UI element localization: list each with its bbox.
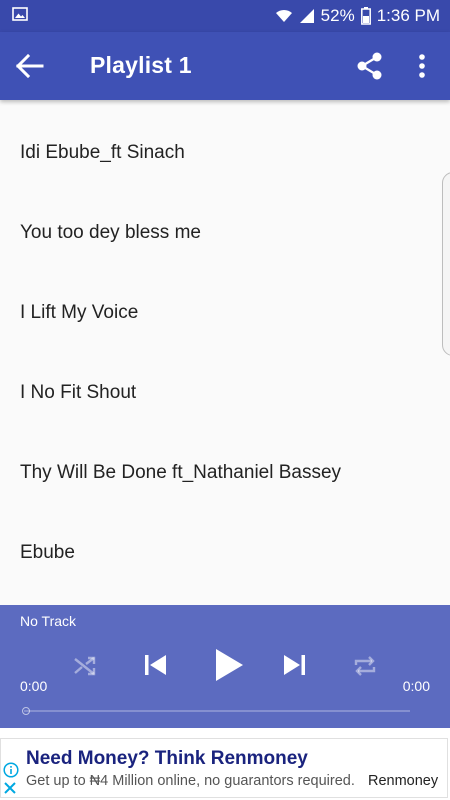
ad-banner[interactable]: Need Money? Think Renmoney Get up to ₦4 … — [0, 728, 450, 800]
seek-thumb[interactable] — [22, 707, 30, 715]
list-item[interactable]: Ebube — [0, 513, 450, 593]
elapsed-time: 0:00 — [20, 678, 48, 694]
close-icon[interactable] — [3, 781, 17, 800]
list-item[interactable]: Thy Will Be Done ft_Nathaniel Bassey — [0, 433, 450, 513]
status-bar: 52% 1:36 PM — [0, 0, 450, 32]
clock: 1:36 PM — [376, 6, 440, 25]
gallery-notification-icon — [12, 6, 28, 26]
repeat-icon[interactable] — [352, 653, 378, 684]
list-item[interactable]: Idi Ebube_ft Sinach — [0, 113, 450, 193]
wifi-icon — [275, 8, 293, 24]
arrow-back-icon[interactable] — [14, 52, 46, 80]
battery-icon — [360, 7, 371, 25]
battery-percent: 52% — [320, 6, 355, 25]
list-item[interactable]: You too dey bless me — [0, 193, 450, 273]
ad-advertiser[interactable]: Renmoney — [368, 773, 438, 789]
info-icon[interactable] — [3, 762, 19, 783]
more-vert-icon[interactable] — [410, 50, 434, 82]
edge-panel-handle[interactable] — [442, 172, 450, 356]
play-icon[interactable] — [212, 647, 246, 688]
ad-body[interactable]: Get up to ₦4 Million online, no guaranto… — [26, 773, 355, 789]
duration-time: 0:00 — [402, 678, 430, 694]
music-player: No Track 0:00 0:00 — [0, 605, 450, 728]
now-playing-label: No Track — [20, 613, 77, 629]
ad-headline[interactable]: Need Money? Think Renmoney — [26, 748, 308, 770]
list-item[interactable]: I No Fit Shout — [0, 353, 450, 433]
share-icon[interactable] — [354, 50, 386, 82]
skip-next-icon[interactable] — [282, 652, 308, 683]
page-title: Playlist 1 — [90, 52, 192, 78]
skip-previous-icon[interactable] — [142, 652, 168, 683]
app-bar: Playlist 1 — [0, 32, 450, 100]
shuffle-icon[interactable] — [72, 653, 98, 684]
list-item[interactable]: I Lift My Voice — [0, 273, 450, 353]
seek-bar[interactable] — [24, 710, 410, 712]
signal-icon — [299, 8, 315, 24]
playlist-list[interactable]: Idi Ebube_ft Sinach You too dey bless me… — [0, 100, 450, 605]
